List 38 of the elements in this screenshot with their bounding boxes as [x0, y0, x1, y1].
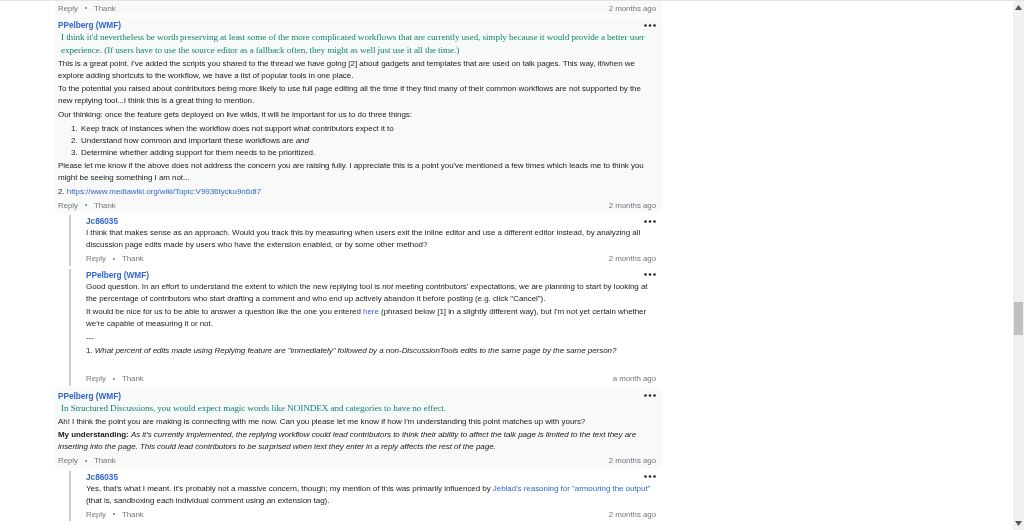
comment-text: Yes, that's what I meant. It's probably not a massive concern, though; my mention of this was primarily influenced by Jeblad's reasoning for "armouring the output" (that is, sandboxing each individual comment using an extension tag).: [86, 482, 652, 507]
comment-text: Good question. In an effort to understand the extent to which the new replying tool is not meeting contributors' expectations, we are planning to start by looking at the percentage of contributors who start drafting a comment and who end up actively abandon it before posting (e.g. click "Cancel").: [86, 280, 649, 305]
scroll-down-icon[interactable]: [1015, 521, 1022, 526]
comment-text: My understanding: As it's currently implemented, the replying workflow could lead contributors to think their ability to affect the talk page is limited to the text they are inserting into the page. This could lead contributors to be surprised when text they enter in a reply affects the rest of the page.: [58, 429, 638, 453]
comment-text: It would be nice for us to be able to answer a question like the one you entered here (phrased below [1] in a slightly different way), but I'm not yet certain whether we're capable of measuring it or not.: [86, 306, 648, 330]
scroll-thumb[interactable]: [1014, 302, 1023, 335]
list-item: Keep track of instances when the workflow does not support what contributors expect it to: [81, 122, 394, 135]
comment-text: 2. https://www.mediawiki.org/wiki/Topic:V9936tycku9n6dt7: [58, 185, 263, 198]
comment-text: ---: [86, 331, 95, 344]
comment-text: To the potential you raised about contributors being more likely to use full page editing all the time if they find many of their common workflows are not supported by the new replying tool...I think this is a great thing to mention.: [58, 83, 642, 107]
comment-text: Our thinking: once the feature gets deployed on live wikis, it will be important for us to do three things:: [58, 108, 413, 121]
list-number: 3.: [71, 146, 79, 159]
list-number: 1.: [71, 122, 79, 135]
list-item: Understand how common and important these workflows are and: [81, 134, 309, 147]
author-name[interactable]: Jc86035: [86, 216, 118, 226]
list-item: Determine whether adding support for them needs to be prioritized.: [81, 146, 316, 159]
comment-text: 1. What percent of edits made using Replying feature are "immediately" followed by a non-DiscussionTools edits to the same page by the same person?: [86, 345, 618, 357]
more-icon[interactable]: [644, 23, 656, 27]
link[interactable]: Jeblad's reasoning for "armouring the output": [492, 483, 651, 493]
link[interactable]: here: [363, 307, 379, 316]
more-icon[interactable]: [644, 219, 656, 223]
more-icon[interactable]: [644, 273, 656, 276]
scroll-up-icon[interactable]: [1015, 5, 1022, 10]
comment-text: Please let me know if the above does not address the concern you are raising fully. I appreciate this is a point you've mentioned a few times which leads me to think you might be seeing something I am not...: [58, 160, 645, 184]
comment-text: This is a great point. I've added the scripts you shared to the thread we have going [2] about gadgets and templates that are used on talk pages. This way, if/when we explore adding shortcuts to the workflow, we have a list of popular tools in one place.: [58, 57, 636, 82]
author-name[interactable]: PPelberg (WMF): [58, 20, 121, 30]
link[interactable]: https://www.mediawiki.org/wiki/Topic:V9936tycku9n6dt7: [66, 186, 262, 196]
scrollbar[interactable]: [1013, 1, 1024, 530]
author-name[interactable]: PPelberg (WMF): [58, 390, 121, 401]
author-name[interactable]: Jc86035: [86, 471, 118, 482]
quoted-text: I think it'd nevertheless be worth preserving at least some of the more complicated workflows that are currently used, simply because it would provide a better user experience. (If users have to use the source editor as a fallback often, they might as well just use it all the time.): [60, 31, 646, 56]
comment-text: Ah! I think the point you are making is connecting with me now. Can you please let me know if how I'm understanding this point matches up with yours?: [58, 415, 587, 428]
quoted-text: In Structured Discussions, you would expect magic words like NOINDEX and categories to have no effect.: [60, 401, 447, 414]
list-number: 2.: [71, 134, 79, 147]
more-icon[interactable]: [644, 394, 656, 397]
author-name[interactable]: PPelberg (WMF): [86, 269, 149, 280]
comment-text: I think that makes sense as an approach. Would you track this by measuring when users exit the inline editor and use a different editor instead, by analyzing all discussion page edits made by users who have the extension enabled, or by some other method?: [86, 227, 642, 251]
more-icon[interactable]: [644, 475, 656, 478]
